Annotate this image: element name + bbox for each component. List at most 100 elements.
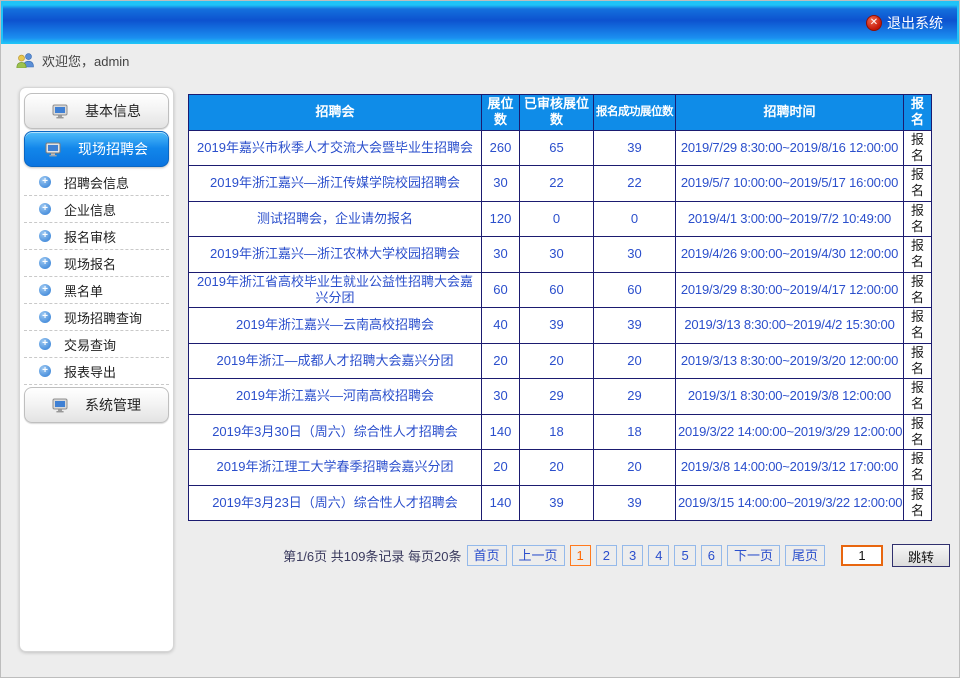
fair-link[interactable]: 2019年3月30日（周六）综合性人才招聘会: [212, 424, 458, 439]
approved-count: 39: [520, 485, 594, 521]
sidebar-item-report-export[interactable]: + 报表导出: [24, 358, 169, 385]
logout-button[interactable]: ✕ 退出系统: [866, 1, 943, 44]
recruit-time: 2019/7/29 8:30:00~2019/8/16 12:00:00: [676, 130, 904, 166]
monitor-icon: [45, 142, 62, 157]
sidebar-item-fair-info[interactable]: + 招聘会信息: [24, 169, 169, 196]
job-fair-table: 招聘会 展位数 已审核展位数 报名成功展位数 招聘时间 报名 2019年嘉兴市秋…: [188, 94, 932, 521]
success-count: 39: [594, 308, 676, 344]
signup-link[interactable]: 报名: [911, 203, 924, 234]
page-jump-button[interactable]: 跳转: [892, 544, 950, 567]
table-row: 2019年3月30日（周六）综合性人才招聘会 140 18 18 2019/3/…: [189, 414, 932, 450]
pagination-page-2[interactable]: 2: [596, 545, 617, 566]
sidebar-subitem-label: 招聘会信息: [64, 173, 129, 192]
booth-count: 60: [482, 272, 520, 308]
signup-link[interactable]: 报名: [911, 274, 924, 305]
sidebar-item-onsite-fair[interactable]: 现场招聘会: [24, 131, 169, 167]
booth-count: 30: [482, 166, 520, 202]
success-count: 22: [594, 166, 676, 202]
monitor-icon: [52, 398, 69, 413]
booth-count: 30: [482, 379, 520, 415]
col-header-booths: 展位数: [482, 95, 520, 131]
sidebar-item-transaction-query[interactable]: + 交易查询: [24, 331, 169, 358]
approved-count: 60: [520, 272, 594, 308]
success-count: 20: [594, 450, 676, 486]
approved-count: 20: [520, 343, 594, 379]
pagination-last-button[interactable]: 尾页: [785, 545, 825, 566]
sidebar-subitem-label: 报名审核: [64, 227, 116, 246]
recruit-time: 2019/4/26 9:00:00~2019/4/30 12:00:00: [676, 237, 904, 273]
pagination-info: 第1/6页 共109条记录 每页20条: [283, 546, 461, 565]
signup-link[interactable]: 报名: [911, 238, 924, 269]
logout-label: 退出系统: [887, 13, 943, 33]
approved-count: 22: [520, 166, 594, 202]
pagination-first-button[interactable]: 首页: [467, 545, 507, 566]
sidebar-item-basic-info[interactable]: 基本信息: [24, 93, 169, 129]
sidebar-subitem-label: 现场招聘查询: [64, 308, 142, 327]
recruit-time: 2019/3/8 14:00:00~2019/3/12 17:00:00: [676, 450, 904, 486]
signup-link[interactable]: 报名: [911, 451, 924, 482]
sidebar-submenu: + 招聘会信息 + 企业信息 + 报名审核 + 现场报名 + 黑名单 + 现场招…: [24, 169, 169, 385]
table-row: 2019年浙江省高校毕业生就业公益性招聘大会嘉兴分团 60 60 60 2019…: [189, 272, 932, 308]
fair-link[interactable]: 2019年浙江嘉兴—浙江传媒学院校园招聘会: [210, 175, 460, 190]
booth-count: 140: [482, 414, 520, 450]
recruit-time: 2019/3/13 8:30:00~2019/4/2 15:30:00: [676, 308, 904, 344]
fair-link[interactable]: 2019年3月23日（周六）综合性人才招聘会: [212, 495, 458, 510]
recruit-time: 2019/3/13 8:30:00~2019/3/20 12:00:00: [676, 343, 904, 379]
page-jump-input[interactable]: [841, 545, 883, 566]
signup-link[interactable]: 报名: [911, 487, 924, 518]
plus-icon: +: [39, 203, 51, 215]
table-row: 2019年浙江—成都人才招聘大会嘉兴分团 20 20 20 2019/3/13 …: [189, 343, 932, 379]
main-content: 招聘会 展位数 已审核展位数 报名成功展位数 招聘时间 报名 2019年嘉兴市秋…: [188, 94, 931, 567]
col-header-time: 招聘时间: [676, 95, 904, 131]
approved-count: 20: [520, 450, 594, 486]
pagination-prev-button[interactable]: 上一页: [512, 545, 565, 566]
plus-icon: +: [39, 257, 51, 269]
fair-link[interactable]: 2019年浙江嘉兴—云南高校招聘会: [236, 317, 434, 332]
pagination: 第1/6页 共109条记录 每页20条 首页 上一页 1 2 3 4 5 6 下…: [188, 544, 950, 567]
table-row: 2019年浙江嘉兴—浙江传媒学院校园招聘会 30 22 22 2019/5/7 …: [189, 166, 932, 202]
fair-link[interactable]: 测试招聘会，企业请勿报名: [257, 211, 413, 226]
sidebar-item-signup-review[interactable]: + 报名审核: [24, 223, 169, 250]
recruit-time: 2019/3/22 14:00:00~2019/3/29 12:00:00: [676, 414, 904, 450]
pagination-next-button[interactable]: 下一页: [727, 545, 780, 566]
fair-link[interactable]: 2019年浙江嘉兴—浙江农林大学校园招聘会: [210, 246, 460, 261]
sidebar-item-label: 现场招聘会: [78, 139, 148, 159]
welcome-bar: 欢迎您，admin: [1, 44, 959, 76]
fair-link[interactable]: 2019年浙江理工大学春季招聘会嘉兴分团: [217, 459, 454, 474]
approved-count: 18: [520, 414, 594, 450]
pagination-page-1-current: 1: [570, 545, 591, 566]
pagination-page-4[interactable]: 4: [648, 545, 669, 566]
pagination-page-6[interactable]: 6: [701, 545, 722, 566]
recruit-time: 2019/5/7 10:00:00~2019/5/17 16:00:00: [676, 166, 904, 202]
signup-link[interactable]: 报名: [911, 132, 924, 163]
monitor-icon: [52, 104, 69, 119]
success-count: 30: [594, 237, 676, 273]
col-header-approved: 已审核展位数: [520, 95, 594, 131]
booth-count: 20: [482, 343, 520, 379]
pagination-page-5[interactable]: 5: [674, 545, 695, 566]
success-count: 18: [594, 414, 676, 450]
pagination-page-3[interactable]: 3: [622, 545, 643, 566]
fair-link[interactable]: 2019年浙江省高校毕业生就业公益性招聘大会嘉兴分团: [197, 274, 473, 305]
fair-link[interactable]: 2019年浙江—成都人才招聘大会嘉兴分团: [217, 353, 454, 368]
sidebar-item-onsite-query[interactable]: + 现场招聘查询: [24, 304, 169, 331]
signup-link[interactable]: 报名: [911, 167, 924, 198]
success-count: 29: [594, 379, 676, 415]
signup-link[interactable]: 报名: [911, 345, 924, 376]
sidebar-item-blacklist[interactable]: + 黑名单: [24, 277, 169, 304]
sidebar-subitem-label: 报表导出: [64, 362, 116, 381]
success-count: 0: [594, 201, 676, 237]
logout-x-icon: ✕: [866, 15, 882, 31]
sidebar-item-company-info[interactable]: + 企业信息: [24, 196, 169, 223]
users-icon: [16, 53, 35, 68]
welcome-text: 欢迎您，admin: [42, 51, 129, 70]
fair-link[interactable]: 2019年浙江嘉兴—河南高校招聘会: [236, 388, 434, 403]
signup-link[interactable]: 报名: [911, 380, 924, 411]
signup-link[interactable]: 报名: [911, 416, 924, 447]
sidebar-item-system-management[interactable]: 系统管理: [24, 387, 169, 423]
approved-count: 30: [520, 237, 594, 273]
table-header-row: 招聘会 展位数 已审核展位数 报名成功展位数 招聘时间 报名: [189, 95, 932, 131]
fair-link[interactable]: 2019年嘉兴市秋季人才交流大会暨毕业生招聘会: [197, 140, 473, 155]
sidebar-item-onsite-signup[interactable]: + 现场报名: [24, 250, 169, 277]
signup-link[interactable]: 报名: [911, 309, 924, 340]
